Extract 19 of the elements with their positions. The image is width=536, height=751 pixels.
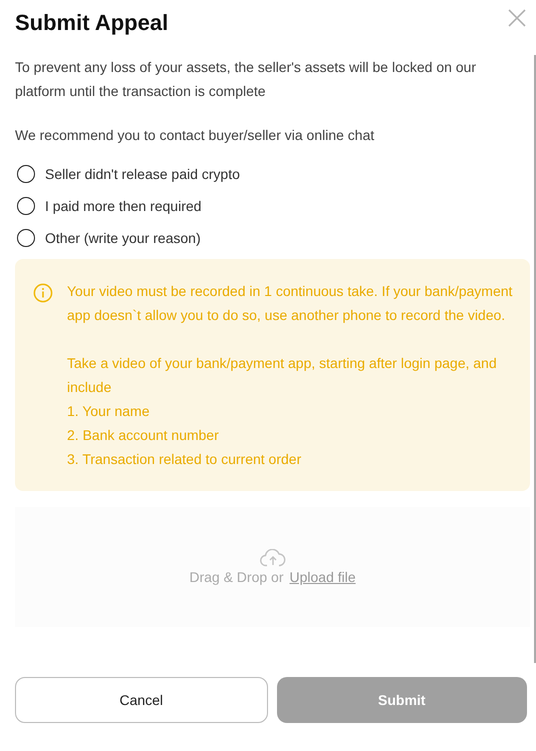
option-label[interactable]: I paid more then required	[45, 195, 202, 217]
upload-icon	[260, 549, 286, 567]
dialog-title: Submit Appeal	[15, 9, 168, 37]
notice-text: Your video must be recorded in 1 continuous take. If your bank/payment app doesn`t allow you to do so, use another phone to record the video.	[67, 282, 514, 325]
list-item: 2. Bank account number	[67, 426, 220, 445]
scrollbar[interactable]	[534, 55, 536, 663]
radio-button[interactable]	[17, 197, 35, 215]
intro-text: We recommend you to contact buyer/seller via online chat	[15, 126, 376, 145]
list-item: 1. Your name	[67, 402, 151, 421]
list-item: 3. Transaction related to current order	[67, 450, 302, 469]
intro-text: To prevent any loss of your assets, the seller's assets will be locked on our platform until the transaction is complete	[15, 58, 478, 101]
cancel-button[interactable]: Cancel	[15, 677, 268, 723]
upload-prompt: Drag & Drop or	[189, 569, 284, 585]
option-label[interactable]: Other (write your reason)	[45, 227, 201, 249]
info-icon	[33, 283, 53, 303]
radio-button[interactable]	[17, 165, 35, 183]
option-label[interactable]: Seller didn't release paid crypto	[45, 163, 240, 185]
radio-button[interactable]	[17, 229, 35, 247]
notice-text: Take a video of your bank/payment app, starting after login page, and include	[67, 354, 498, 397]
